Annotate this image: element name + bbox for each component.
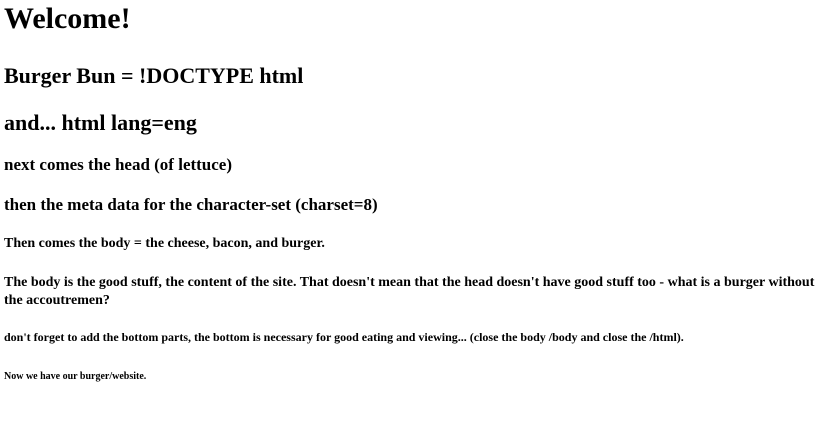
body-content-heading: The body is the good stuff, the content … xyxy=(4,275,815,308)
body-heading: Then comes the body = the cheese, bacon,… xyxy=(4,236,325,252)
website-heading: Now we have our burger/website. xyxy=(4,371,147,383)
head-heading: next comes the head (of lettuce) xyxy=(4,155,233,175)
bottom-heading: don't forget to add the bottom parts, th… xyxy=(4,330,684,345)
meta-heading: then the meta data for the character-set… xyxy=(4,194,378,214)
page-content: Welcome! Burger Bun = !DOCTYPE html and.… xyxy=(0,0,829,383)
burger-bun-heading: Burger Bun = !DOCTYPE html xyxy=(4,62,304,88)
html-lang-heading: and... html lang=eng xyxy=(4,109,197,135)
welcome-heading: Welcome! xyxy=(4,2,131,35)
